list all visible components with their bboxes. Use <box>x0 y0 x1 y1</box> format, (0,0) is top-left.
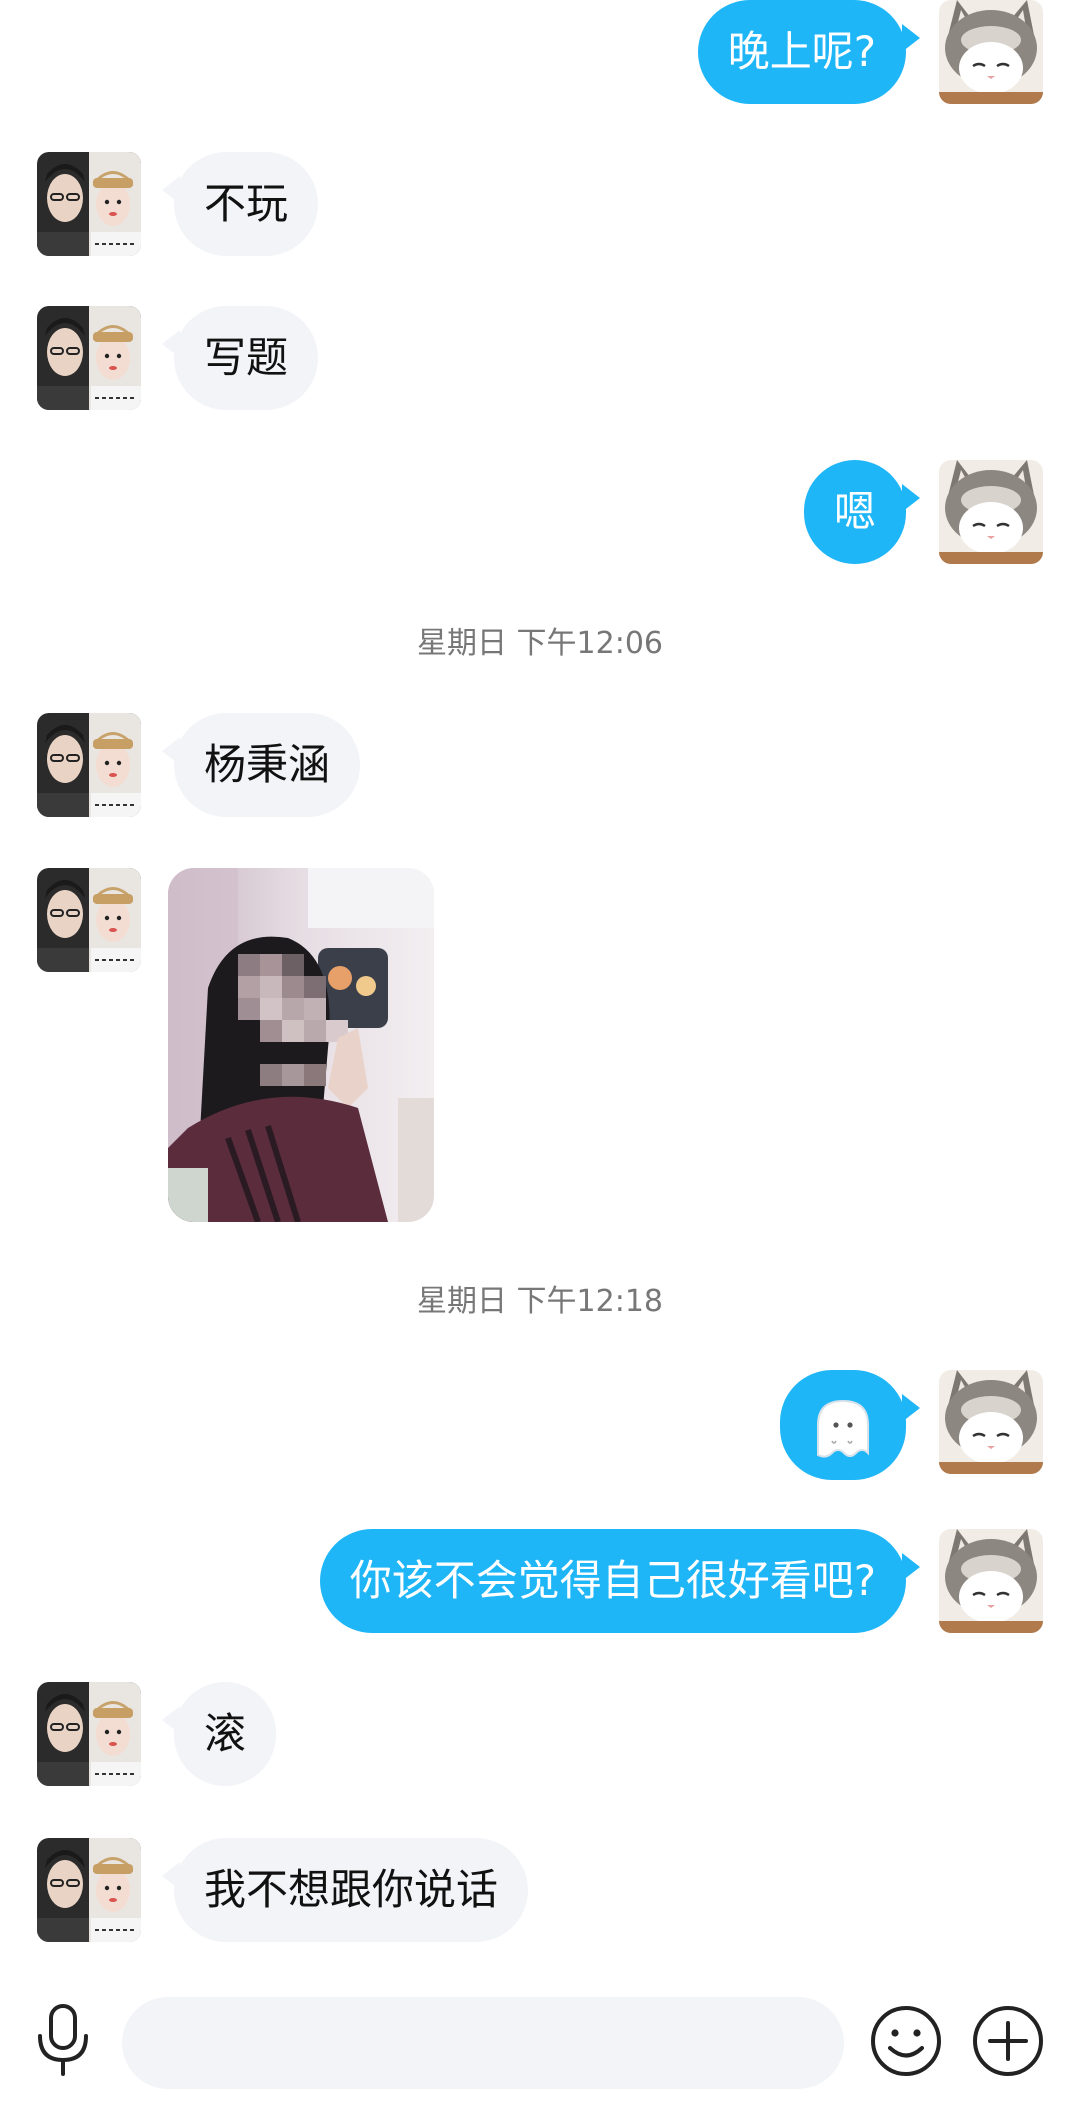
message-row-outgoing: 你该不会觉得自己很好看吧? <box>0 1529 1080 1633</box>
contact-avatar[interactable] <box>37 713 141 817</box>
my-avatar[interactable] <box>939 0 1043 104</box>
message-text: 嗯 <box>833 487 876 536</box>
ghost-sticker-icon <box>817 1399 869 1458</box>
incoming-message-bubble[interactable]: 滚 <box>161 1682 277 1786</box>
message-row-outgoing: 嗯 <box>0 460 1080 564</box>
contact-avatar[interactable] <box>37 306 141 410</box>
outgoing-message-bubble[interactable]: 晚上呢? <box>697 0 921 104</box>
message-text: 我不想跟你说话 <box>204 1865 499 1914</box>
outgoing-message-bubble[interactable]: 你该不会觉得自己很好看吧? <box>319 1529 921 1633</box>
outgoing-sticker-bubble[interactable] <box>780 1370 920 1480</box>
more-options-button[interactable] <box>970 2003 1046 2079</box>
message-row-incoming: 我不想跟你说话 <box>0 1838 1080 1942</box>
couple-avatar-image <box>37 713 141 817</box>
my-avatar[interactable] <box>939 460 1043 564</box>
message-row-incoming: 不玩 <box>0 152 1080 256</box>
incoming-message-bubble[interactable]: 写题 <box>161 306 319 410</box>
couple-avatar-image <box>37 1682 141 1786</box>
couple-avatar-image <box>37 152 141 256</box>
message-input-bar <box>0 1960 1080 2116</box>
contact-avatar[interactable] <box>37 1682 141 1786</box>
contact-avatar[interactable] <box>37 152 141 256</box>
message-row-outgoing: 晚上呢? <box>0 0 1080 104</box>
emoji-button[interactable] <box>868 2003 944 2079</box>
message-text: 滚 <box>204 1709 247 1758</box>
contact-avatar[interactable] <box>37 1838 141 1942</box>
smiley-icon <box>871 2006 941 2076</box>
cat-avatar-image <box>939 0 1043 104</box>
message-text: 写题 <box>204 333 289 382</box>
message-text: 晚上呢? <box>727 27 876 76</box>
cat-avatar-image <box>939 1529 1043 1633</box>
my-avatar[interactable] <box>939 1529 1043 1633</box>
incoming-message-bubble[interactable]: 不玩 <box>161 152 319 256</box>
outgoing-message-bubble[interactable]: 嗯 <box>803 460 921 564</box>
cat-avatar-image <box>939 1370 1043 1474</box>
incoming-message-bubble[interactable]: 杨秉涵 <box>161 713 361 817</box>
message-text: 不玩 <box>204 179 289 228</box>
couple-avatar-image <box>37 868 141 972</box>
cat-avatar-image <box>939 460 1043 564</box>
message-timestamp: 星期日 下午12:18 <box>417 1284 663 1319</box>
contact-avatar[interactable] <box>37 868 141 972</box>
photo-message[interactable] <box>168 868 434 1222</box>
couple-avatar-image <box>37 306 141 410</box>
couple-avatar-image <box>37 1838 141 1942</box>
chat-message-list[interactable]: 晚上呢? 不玩 写题 嗯 星期日 下午12:06 杨秉涵 星期日 下午12:18… <box>0 0 1080 1960</box>
message-text: 杨秉涵 <box>204 740 331 789</box>
message-text: 你该不会觉得自己很好看吧? <box>349 1556 876 1605</box>
message-row-incoming: 写题 <box>0 306 1080 410</box>
microphone-icon <box>38 2004 88 2076</box>
message-row-incoming <box>0 868 1080 1222</box>
message-text-input[interactable] <box>122 1997 844 2089</box>
message-row-outgoing <box>0 1370 1080 1480</box>
message-timestamp: 星期日 下午12:06 <box>417 626 663 661</box>
plus-circle-icon <box>973 2006 1043 2076</box>
my-avatar[interactable] <box>939 1370 1043 1474</box>
photo-thumbnail <box>168 868 434 1222</box>
incoming-message-bubble[interactable]: 我不想跟你说话 <box>161 1838 529 1942</box>
message-row-incoming: 杨秉涵 <box>0 713 1080 817</box>
message-row-incoming: 滚 <box>0 1682 1080 1786</box>
voice-input-button[interactable] <box>28 2000 98 2080</box>
